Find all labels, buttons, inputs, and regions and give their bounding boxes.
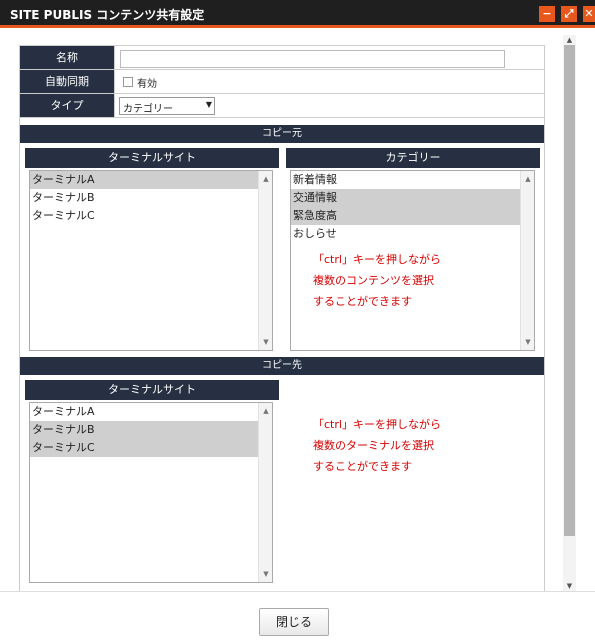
note-line: 複数のコンテンツを選択: [313, 274, 434, 287]
scroll-up-icon[interactable]: ▲: [259, 173, 272, 185]
window-title: SITE PUBLIS コンテンツ共有設定: [10, 8, 205, 22]
type-select[interactable]: カテゴリー ▼: [119, 97, 215, 115]
copy-dest-bar: コピー先: [20, 357, 544, 375]
list-item[interactable]: ターミナルC: [30, 207, 272, 225]
close-button[interactable]: 閉じる: [259, 608, 329, 636]
chevron-down-icon: ▼: [205, 100, 212, 109]
list-item[interactable]: ターミナルA: [30, 403, 272, 421]
list-scrollbar[interactable]: ▲ ▼: [258, 403, 272, 582]
note-line: 複数のターミナルを選択: [313, 439, 434, 452]
dest-terminal-list[interactable]: ターミナルA ターミナルB ターミナルC ▲ ▼: [29, 402, 273, 583]
scrollbar-thumb[interactable]: [564, 45, 575, 536]
minimize-button[interactable]: −: [539, 6, 555, 22]
note-line: することができます: [313, 460, 412, 473]
type-value-cell: カテゴリー ▼: [114, 94, 544, 117]
window-titlebar: SITE PUBLIS コンテンツ共有設定 − ⤢ ✕: [0, 0, 595, 28]
list-scrollbar[interactable]: ▲ ▼: [258, 171, 272, 350]
name-row: 名称: [20, 45, 544, 70]
scroll-down-icon[interactable]: ▼: [563, 581, 576, 591]
list-item[interactable]: ターミナルA: [30, 171, 272, 189]
page-scrollbar[interactable]: ▲ ▼: [563, 35, 576, 591]
autosync-checkbox-label: 有効: [137, 79, 157, 90]
list-item[interactable]: 新着情報: [291, 171, 534, 189]
list-scrollbar[interactable]: ▲ ▼: [520, 171, 534, 350]
scroll-up-icon[interactable]: ▲: [259, 405, 272, 417]
list-item[interactable]: 緊急度高: [291, 207, 534, 225]
scroll-down-icon[interactable]: ▼: [259, 336, 272, 348]
autosync-checkbox[interactable]: [123, 77, 133, 87]
autosync-row: 自動同期 有効: [20, 70, 544, 94]
maximize-button[interactable]: ⤢: [561, 6, 577, 22]
scroll-up-icon[interactable]: ▲: [521, 173, 534, 185]
autosync-value-cell: 有効: [114, 70, 544, 93]
dest-help-note: 「ctrl」キーを押しながら 複数のターミナルを選択 することができます: [313, 414, 441, 477]
list-item[interactable]: ターミナルB: [30, 421, 272, 439]
scroll-down-icon[interactable]: ▼: [259, 568, 272, 580]
name-value-cell: [114, 46, 544, 69]
source-help-note: 「ctrl」キーを押しながら 複数のコンテンツを選択 することができます: [313, 249, 441, 312]
dialog-footer: 閉じる: [0, 591, 595, 641]
source-category-header: カテゴリー: [286, 148, 540, 168]
type-label: タイプ: [20, 94, 114, 117]
scroll-up-icon[interactable]: ▲: [563, 35, 576, 45]
scroll-down-icon[interactable]: ▼: [521, 336, 534, 348]
note-line: 「ctrl」キーを押しながら: [313, 253, 441, 266]
name-label: 名称: [20, 46, 114, 69]
dialog-content: 名称 自動同期 有効 タイプ カテゴリー ▼ コピー元 ターミナルサイト ターミ…: [0, 31, 595, 591]
name-input[interactable]: [120, 50, 505, 68]
source-terminal-list[interactable]: ターミナルA ターミナルB ターミナルC ▲ ▼: [29, 170, 273, 351]
type-row: タイプ カテゴリー ▼: [20, 94, 544, 118]
source-terminal-header: ターミナルサイト: [25, 148, 279, 168]
list-item[interactable]: おしらせ: [291, 225, 534, 243]
note-line: することができます: [313, 295, 412, 308]
list-item[interactable]: ターミナルC: [30, 439, 272, 457]
autosync-label: 自動同期: [20, 70, 114, 93]
list-item[interactable]: ターミナルB: [30, 189, 272, 207]
note-line: 「ctrl」キーを押しながら: [313, 418, 441, 431]
close-window-button[interactable]: ✕: [583, 6, 595, 22]
dest-terminal-header: ターミナルサイト: [25, 380, 279, 400]
list-item[interactable]: 交通情報: [291, 189, 534, 207]
type-select-value: カテゴリー: [123, 104, 173, 115]
copy-source-bar: コピー元: [20, 125, 544, 143]
